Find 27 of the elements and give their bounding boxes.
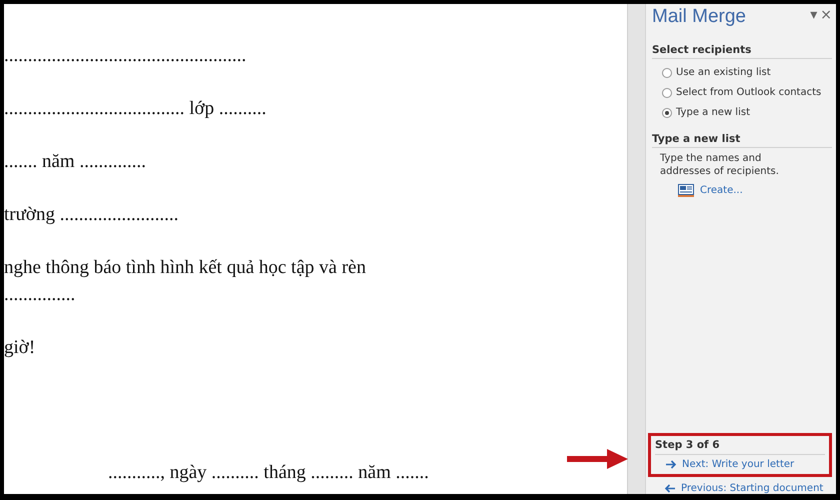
document-text: giờ! bbox=[4, 336, 36, 360]
document-text: ..........., ngày .......... tháng ......... năm ....... bbox=[107, 461, 430, 485]
step-label: Step 3 of 6 bbox=[655, 439, 825, 455]
document-text: ................................................... bbox=[4, 44, 248, 68]
document-text: ...................................... lớp .......... bbox=[4, 97, 268, 121]
document-text: ....... năm .............. bbox=[4, 150, 147, 174]
pane-title: Mail Merge bbox=[652, 6, 747, 28]
pane-menu-button[interactable]: ▾ bbox=[810, 6, 818, 24]
left-arrow-icon bbox=[664, 484, 676, 493]
radio-option[interactable]: Type a new list bbox=[652, 103, 832, 123]
annotation-arrow bbox=[567, 448, 629, 470]
radio-option[interactable]: Use an existing list bbox=[652, 63, 832, 83]
section-description: Type the names and addresses of recipients. bbox=[659, 152, 780, 178]
previous-link[interactable]: Previous: Starting document bbox=[652, 479, 832, 494]
document-text: nghe thông báo tình hình kết quả học tập và rèn ............... bbox=[4, 256, 367, 307]
close-button[interactable]: × bbox=[820, 6, 832, 24]
section-heading: Type a new list bbox=[652, 133, 832, 148]
radio-button[interactable] bbox=[662, 108, 672, 118]
radio-option[interactable]: Select from Outlook contacts bbox=[652, 83, 832, 103]
section-heading: Select recipients bbox=[652, 44, 832, 59]
right-arrow-icon bbox=[665, 460, 677, 469]
next-link[interactable]: Next: Write your letter bbox=[655, 455, 825, 470]
document-text: trường ......................... bbox=[4, 203, 180, 227]
radio-button[interactable] bbox=[662, 68, 672, 78]
create-link[interactable]: Create... bbox=[678, 184, 832, 197]
address-book-icon bbox=[678, 184, 694, 197]
radio-button[interactable] bbox=[662, 88, 672, 98]
